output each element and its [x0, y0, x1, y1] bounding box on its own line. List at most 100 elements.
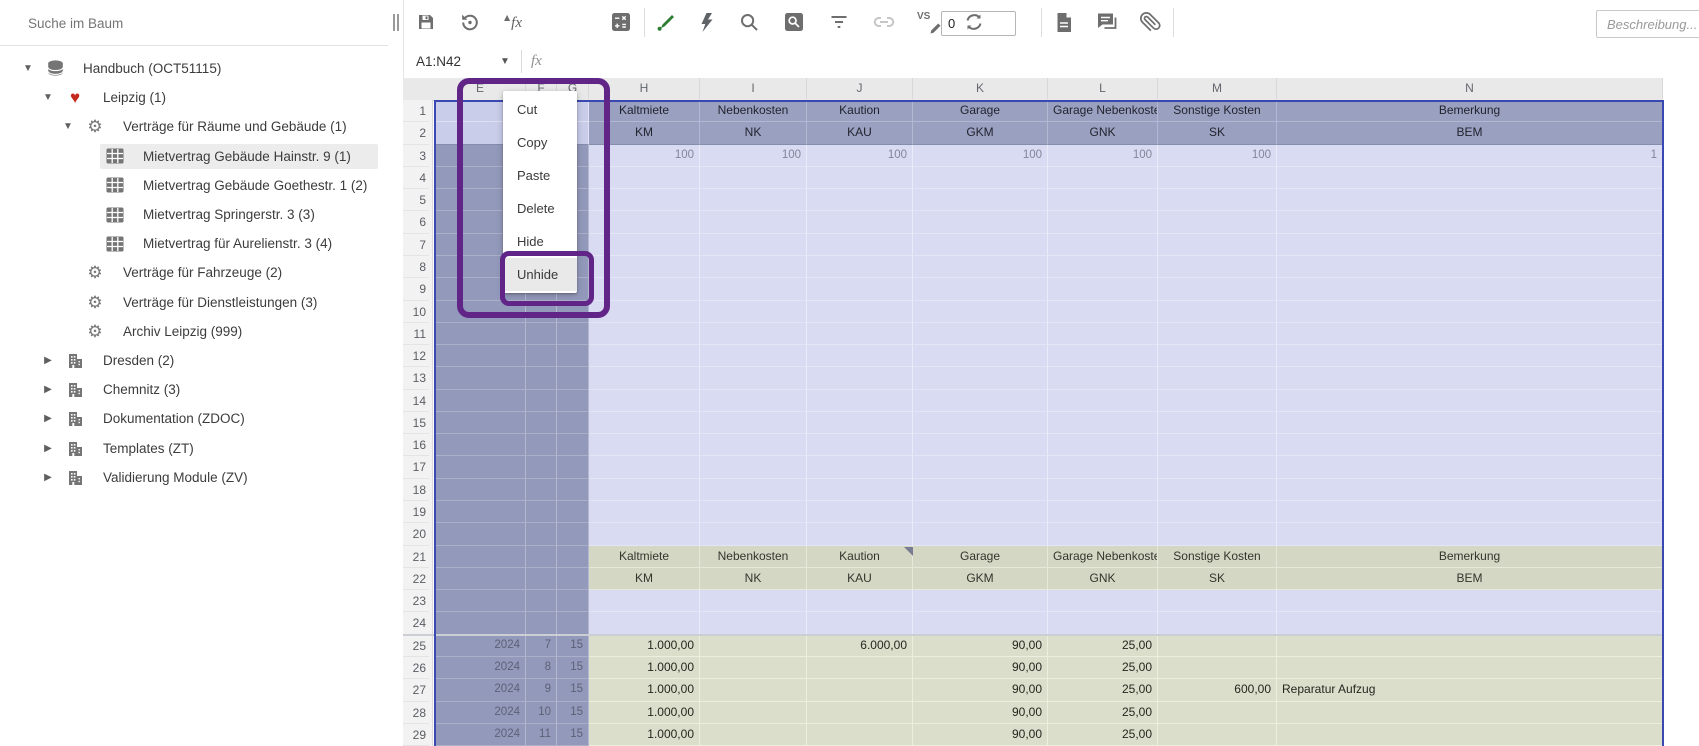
- grid-cell[interactable]: [557, 301, 589, 323]
- grid-cell[interactable]: 8: [526, 657, 557, 679]
- grid-cell[interactable]: [1048, 390, 1158, 412]
- grid-cell[interactable]: KM: [589, 122, 700, 144]
- save-icon[interactable]: [409, 5, 443, 39]
- grid-cell[interactable]: [1277, 390, 1663, 412]
- row-header-17[interactable]: 17: [403, 456, 429, 478]
- row-header-20[interactable]: 20: [403, 523, 429, 545]
- grid-cell[interactable]: [557, 390, 589, 412]
- grid-cell[interactable]: [589, 167, 700, 189]
- grid-cell[interactable]: [807, 612, 913, 634]
- row-header-14[interactable]: 14: [403, 390, 429, 412]
- grid-cell[interactable]: [1277, 412, 1663, 434]
- row-header-26[interactable]: 26: [403, 657, 429, 679]
- grid-cell[interactable]: 10: [526, 702, 557, 724]
- grid-cell[interactable]: [589, 278, 700, 300]
- cell-reference-dropdown-icon[interactable]: ▼: [500, 45, 510, 78]
- tree-item[interactable]: ▶Validierung Module (ZV): [0, 463, 388, 492]
- grid-cell[interactable]: [700, 367, 807, 389]
- grid-cell[interactable]: [1158, 390, 1277, 412]
- grid-cell[interactable]: BEM: [1277, 122, 1663, 144]
- grid-cell[interactable]: [1158, 479, 1277, 501]
- grid-cell[interactable]: [807, 345, 913, 367]
- grid-cell[interactable]: [1277, 256, 1663, 278]
- grid-cell[interactable]: [1048, 456, 1158, 478]
- grid-cell[interactable]: [435, 434, 526, 456]
- grid-cell[interactable]: 90,00: [913, 679, 1048, 701]
- grid-cell[interactable]: Garage: [913, 100, 1048, 122]
- grid-cell[interactable]: 2024: [435, 657, 526, 679]
- history-icon[interactable]: [452, 5, 486, 39]
- grid-cell[interactable]: Kaution: [807, 100, 913, 122]
- grid-cell[interactable]: [807, 724, 913, 746]
- grid-cell[interactable]: 25,00: [1048, 657, 1158, 679]
- tree-item[interactable]: ▼♥Leipzig (1): [0, 83, 388, 112]
- grid-cell[interactable]: [700, 323, 807, 345]
- context-menu-item-delete[interactable]: Delete: [503, 192, 577, 225]
- insert-function-icon[interactable]: ▲fx: [496, 5, 530, 39]
- grid-cell[interactable]: [700, 679, 807, 701]
- grid-cell[interactable]: [1048, 256, 1158, 278]
- grid-cell[interactable]: [807, 456, 913, 478]
- row-header-22[interactable]: 22: [403, 568, 429, 590]
- grid-cell[interactable]: [1277, 434, 1663, 456]
- grid-cell[interactable]: [1277, 234, 1663, 256]
- grid-cell[interactable]: [589, 211, 700, 233]
- grid-cell[interactable]: [435, 367, 526, 389]
- grid-cell[interactable]: [807, 189, 913, 211]
- grid-cell[interactable]: [1048, 590, 1158, 612]
- row-header-16[interactable]: 16: [403, 434, 429, 456]
- tree-item[interactable]: ⚙Verträge für Fahrzeuge (2): [0, 258, 388, 287]
- grid-cell[interactable]: [1048, 434, 1158, 456]
- sync-icon[interactable]: [957, 5, 991, 39]
- grid-cell[interactable]: [1158, 412, 1277, 434]
- grid-cell[interactable]: [589, 234, 700, 256]
- grid-cell[interactable]: [913, 167, 1048, 189]
- tree-item[interactable]: Mietvertrag für Aurelienstr. 3 (4): [0, 229, 388, 258]
- grid-cell[interactable]: [700, 412, 807, 434]
- grid-cell[interactable]: 90,00: [913, 724, 1048, 746]
- grid-cell[interactable]: [557, 568, 589, 590]
- grid-cell[interactable]: [1277, 501, 1663, 523]
- grid-cell[interactable]: Garage: [913, 546, 1048, 568]
- column-header-N[interactable]: N: [1277, 78, 1663, 99]
- grid-cell[interactable]: [435, 412, 526, 434]
- row-header-9[interactable]: 9: [403, 278, 429, 300]
- grid-cell[interactable]: [913, 501, 1048, 523]
- grid-cell[interactable]: Sonstige Kosten: [1158, 100, 1277, 122]
- grid-cell[interactable]: [1048, 612, 1158, 634]
- grid-cell[interactable]: KAU: [807, 122, 913, 144]
- grid-cell[interactable]: [807, 679, 913, 701]
- grid-cell[interactable]: GKM: [913, 568, 1048, 590]
- row-header-23[interactable]: 23: [403, 590, 429, 612]
- document-icon[interactable]: [1047, 5, 1081, 39]
- grid-cell[interactable]: [1158, 657, 1277, 679]
- grid-cell[interactable]: [700, 612, 807, 634]
- grid-cell[interactable]: [913, 523, 1048, 545]
- row-header-2[interactable]: 2: [403, 122, 429, 144]
- grid-cell[interactable]: 100: [913, 145, 1048, 167]
- grid-cell[interactable]: [435, 501, 526, 523]
- grid-cell[interactable]: [913, 456, 1048, 478]
- grid-cell[interactable]: [1158, 278, 1277, 300]
- tree-expand-icon[interactable]: ▶: [40, 434, 56, 463]
- grid-cell[interactable]: 600,00: [1158, 679, 1277, 701]
- grid-cell[interactable]: [435, 479, 526, 501]
- grid-cell[interactable]: [700, 189, 807, 211]
- grid-cell[interactable]: [1048, 301, 1158, 323]
- row-header-11[interactable]: 11: [403, 323, 429, 345]
- column-header-H[interactable]: H: [589, 78, 700, 99]
- grid-cell[interactable]: [1158, 211, 1277, 233]
- grid-cell[interactable]: [913, 323, 1048, 345]
- grid-cell[interactable]: [700, 657, 807, 679]
- filter-icon[interactable]: [822, 5, 856, 39]
- grid-cell[interactable]: Bemerkung: [1277, 546, 1663, 568]
- tree-expand-icon[interactable]: ▶: [40, 375, 56, 404]
- grid-cell[interactable]: [913, 390, 1048, 412]
- grid-cell[interactable]: [435, 523, 526, 545]
- tree-collapse-icon[interactable]: ▼: [40, 83, 56, 112]
- grid-cell[interactable]: [1158, 301, 1277, 323]
- grid-cell[interactable]: [807, 278, 913, 300]
- row-header-28[interactable]: 28: [403, 702, 429, 724]
- grid-cell[interactable]: [1048, 479, 1158, 501]
- grid-cell[interactable]: [435, 345, 526, 367]
